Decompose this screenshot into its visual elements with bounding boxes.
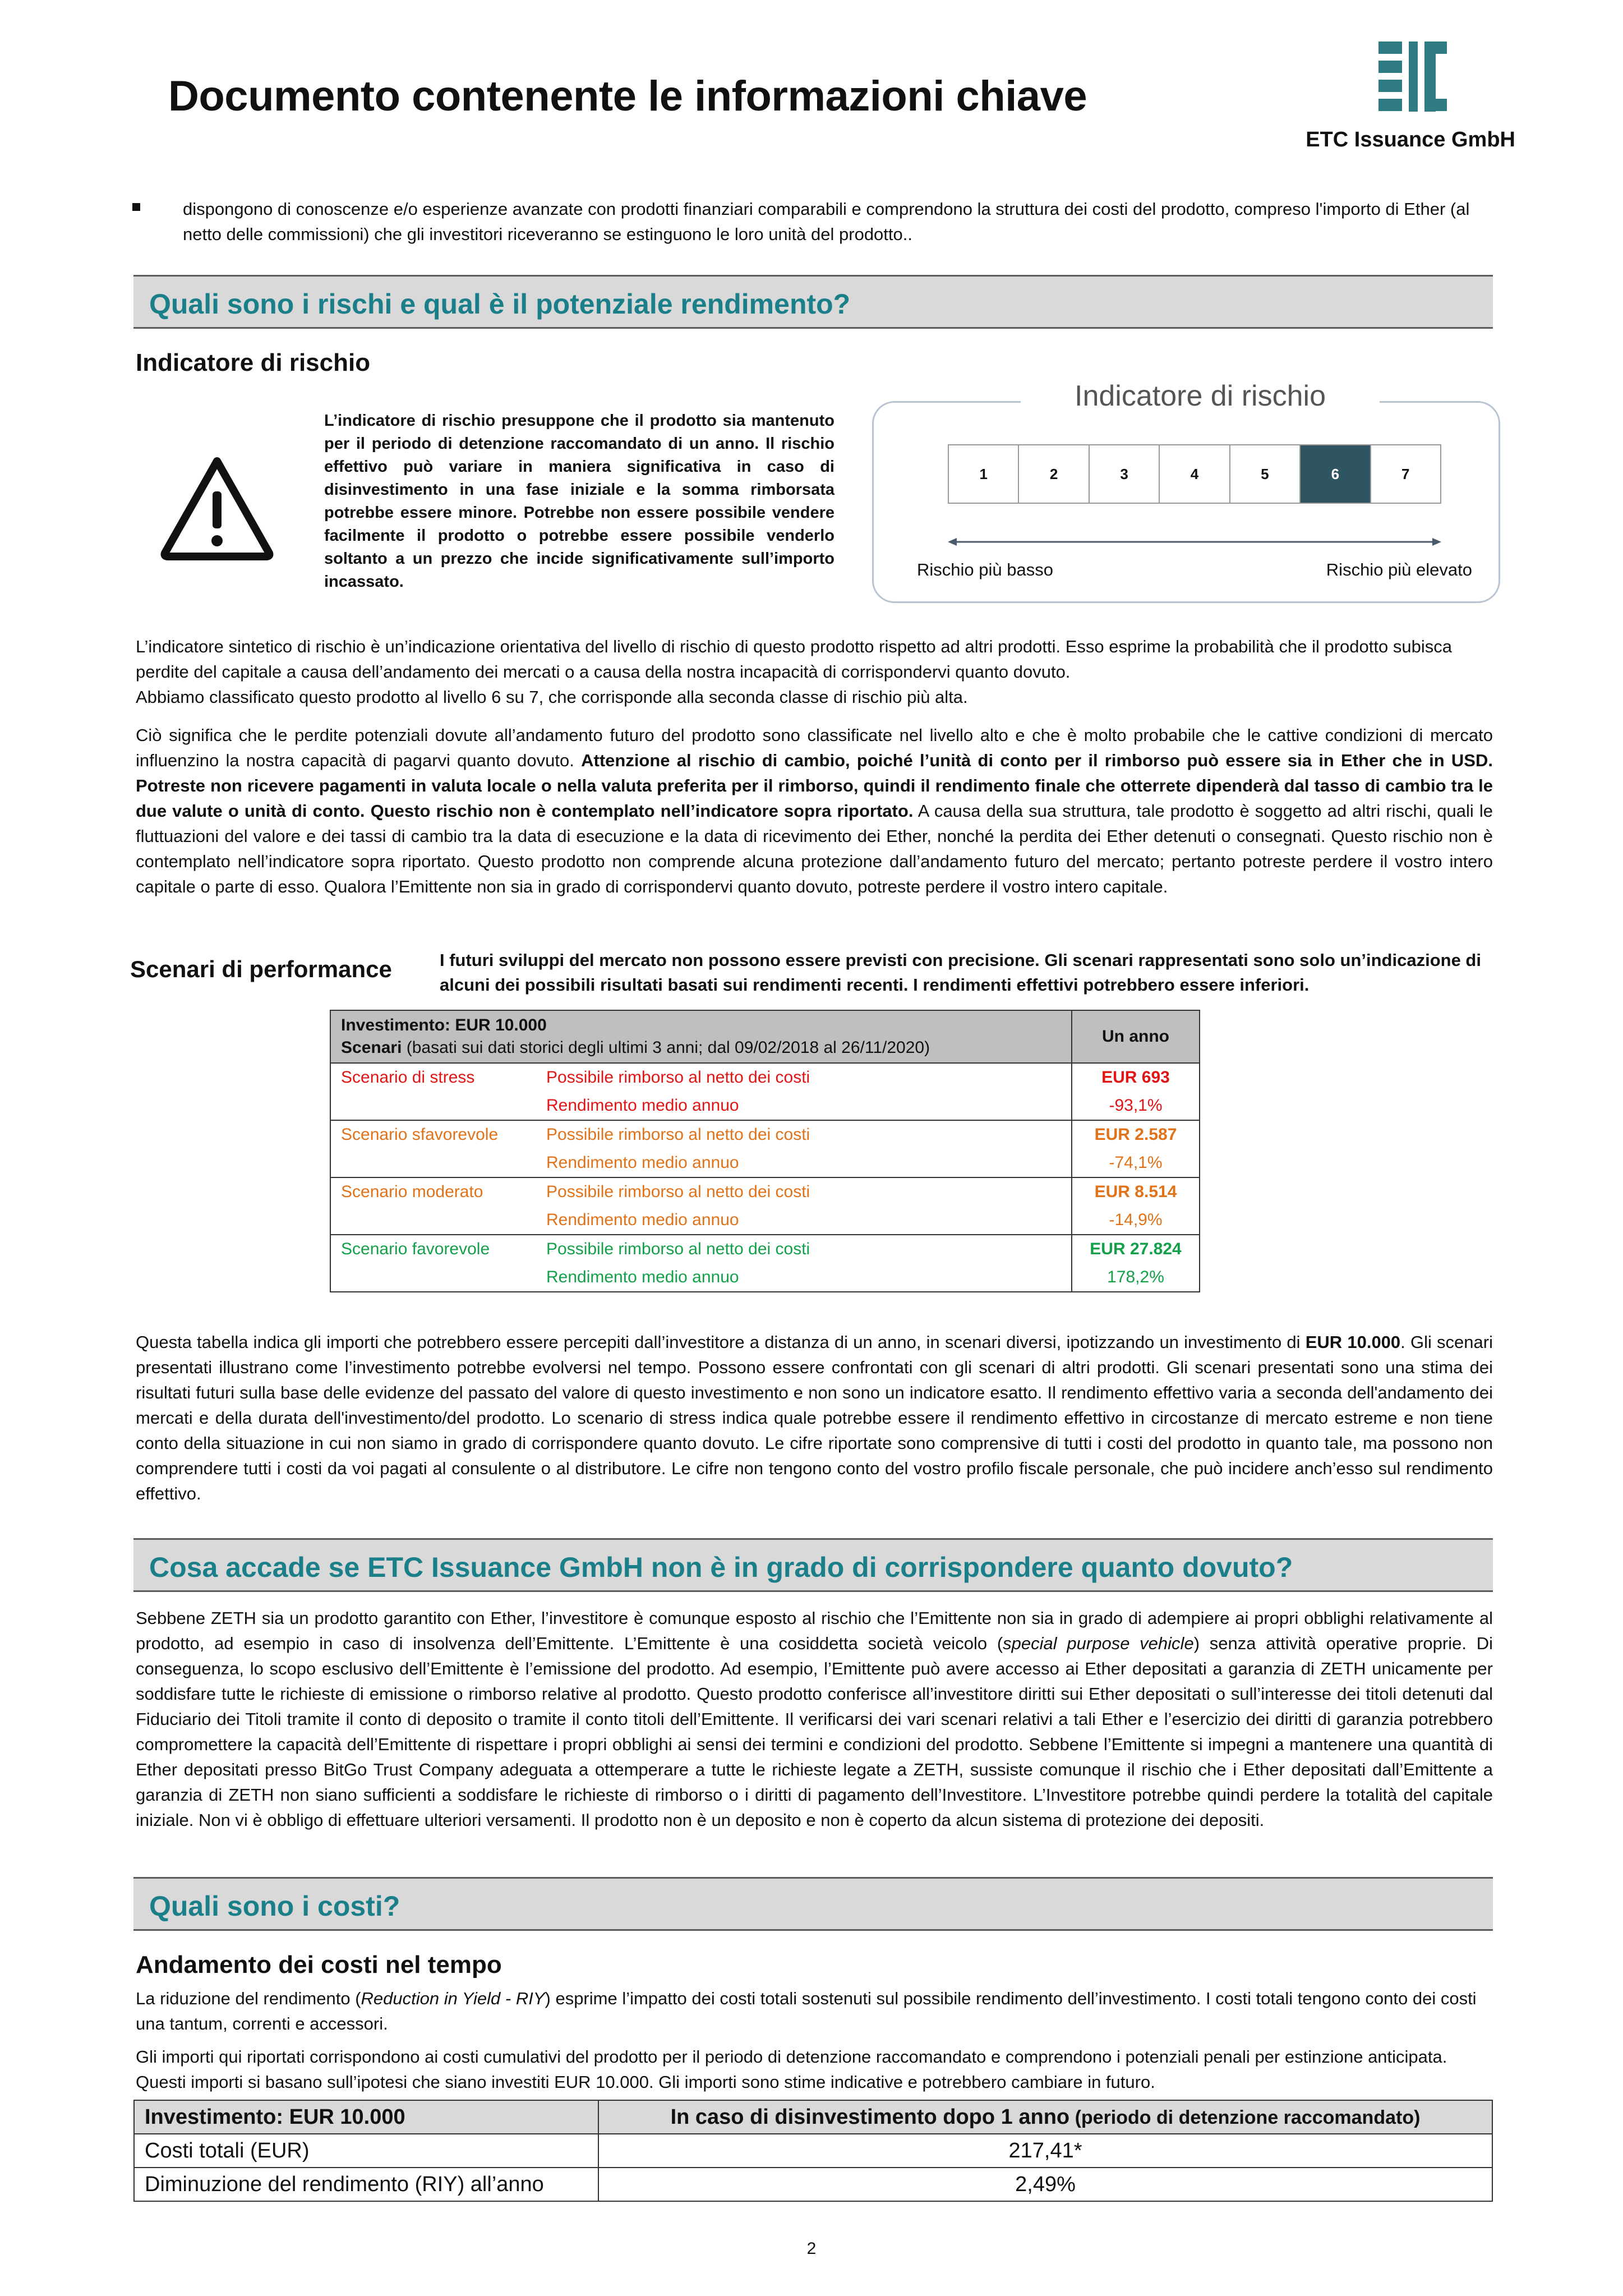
riy-value: 2,49% xyxy=(598,2167,1493,2202)
performance-intro: I futuri sviluppi del mercato non posson… xyxy=(440,950,1481,995)
section-heading-default: Cosa accade se ETC Issuance GmbH non è i… xyxy=(149,1552,1293,1583)
table-row: Scenario moderato Possibile rimborso al … xyxy=(330,1177,1200,1206)
table-row: Rendimento medio annuo -74,1% xyxy=(330,1149,1200,1178)
section-heading-risks: Quali sono i rischi e qual è il potenzia… xyxy=(149,288,851,320)
section-bar-default: Cosa accade se ETC Issuance GmbH non è i… xyxy=(133,1538,1493,1592)
risk-paragraph-2: Ciò significa che le perdite potenziali … xyxy=(136,725,1493,896)
document-title: Documento contenente le informazioni chi… xyxy=(168,72,1087,120)
risk-level-2: 2 xyxy=(1019,445,1090,503)
issuer-name: ETC Issuance GmbH xyxy=(1306,128,1515,151)
risk-paragraph-1: L’indicatore sintetico di rischio è un’i… xyxy=(136,637,1452,707)
risk-indicator-title: Indicatore di rischio xyxy=(1021,375,1380,417)
risk-low-label: Rischio più basso xyxy=(917,560,1053,579)
bullet-marker xyxy=(132,203,140,211)
risk-level-7: 7 xyxy=(1401,465,1410,482)
performance-scenarios-table: Investimento: EUR 10.000 Scenari (basati… xyxy=(330,1010,1200,1292)
performance-explanation: Questa tabella indica gli importi che po… xyxy=(136,1332,1493,1503)
table-row: Rendimento medio annuo -93,1% xyxy=(330,1092,1200,1121)
risk-level-4: 4 xyxy=(1160,445,1230,503)
costs-paragraph-2: Gli importi qui riportati corrispondono … xyxy=(136,2047,1447,2092)
double-arrow-icon xyxy=(948,538,1441,546)
subheading-risk-indicator: Indicatore di rischio xyxy=(136,349,371,376)
table-period: Un anno xyxy=(1071,1010,1200,1064)
section-heading-costs: Quali sono i costi? xyxy=(149,1890,400,1922)
section-bar-costs: Quali sono i costi? xyxy=(133,1877,1493,1931)
etc-logo-icon xyxy=(1378,42,1447,112)
risk-level-6-selected: 6 xyxy=(1301,445,1371,503)
table-header-row: Investimento: EUR 10.000 In caso di disi… xyxy=(133,2100,1493,2134)
default-paragraph: Sebbene ZETH sia un prodotto garantito c… xyxy=(136,1608,1493,1830)
intro-bullet-text: dispongono di conoscenze e/o esperienze … xyxy=(183,199,1470,244)
risk-high-label: Rischio più elevato xyxy=(1326,560,1472,579)
risk-level-3: 3 xyxy=(1090,445,1160,503)
table-row: Costi totali (EUR) 217,41* xyxy=(133,2133,1493,2168)
costs-table: Investimento: EUR 10.000 In caso di disi… xyxy=(133,2100,1493,2202)
risk-level-5: 5 xyxy=(1230,445,1301,503)
subheading-costs-over-time: Andamento dei costi nel tempo xyxy=(136,1951,502,1978)
table-header-row: Investimento: EUR 10.000 Scenari (basati… xyxy=(330,1010,1200,1064)
table-row: Rendimento medio annuo -14,9% xyxy=(330,1206,1200,1235)
table-row: Scenario sfavorevole Possibile rimborso … xyxy=(330,1120,1200,1149)
risk-level-1: 1 xyxy=(949,445,1020,503)
table-row: Diminuzione del rendimento (RIY) all’ann… xyxy=(133,2167,1493,2202)
page-number: 2 xyxy=(806,2239,817,2258)
table-row: Rendimento medio annuo 178,2% xyxy=(330,1263,1200,1292)
warning-icon xyxy=(160,457,274,560)
risk-scale: 1 2 3 4 5 6 7 xyxy=(948,444,1441,504)
total-costs-value: 217,41* xyxy=(598,2133,1493,2168)
table-row: Scenario favorevole Possibile rimborso a… xyxy=(330,1235,1200,1263)
costs-paragraph-1: La riduzione del rendimento (Reduction i… xyxy=(136,1989,1477,2033)
table-row: Scenario di stress Possibile rimborso al… xyxy=(330,1063,1200,1092)
risk-warning-text: L’indicatore di rischio presuppone che i… xyxy=(324,412,834,591)
subheading-performance: Scenari di performance xyxy=(130,956,392,982)
section-bar-risks: Quali sono i rischi e qual è il potenzia… xyxy=(133,275,1493,329)
risk-class-statement: Abbiamo classificato questo prodotto al … xyxy=(136,687,968,707)
table-investment: Investimento: EUR 10.000 xyxy=(341,1016,547,1034)
